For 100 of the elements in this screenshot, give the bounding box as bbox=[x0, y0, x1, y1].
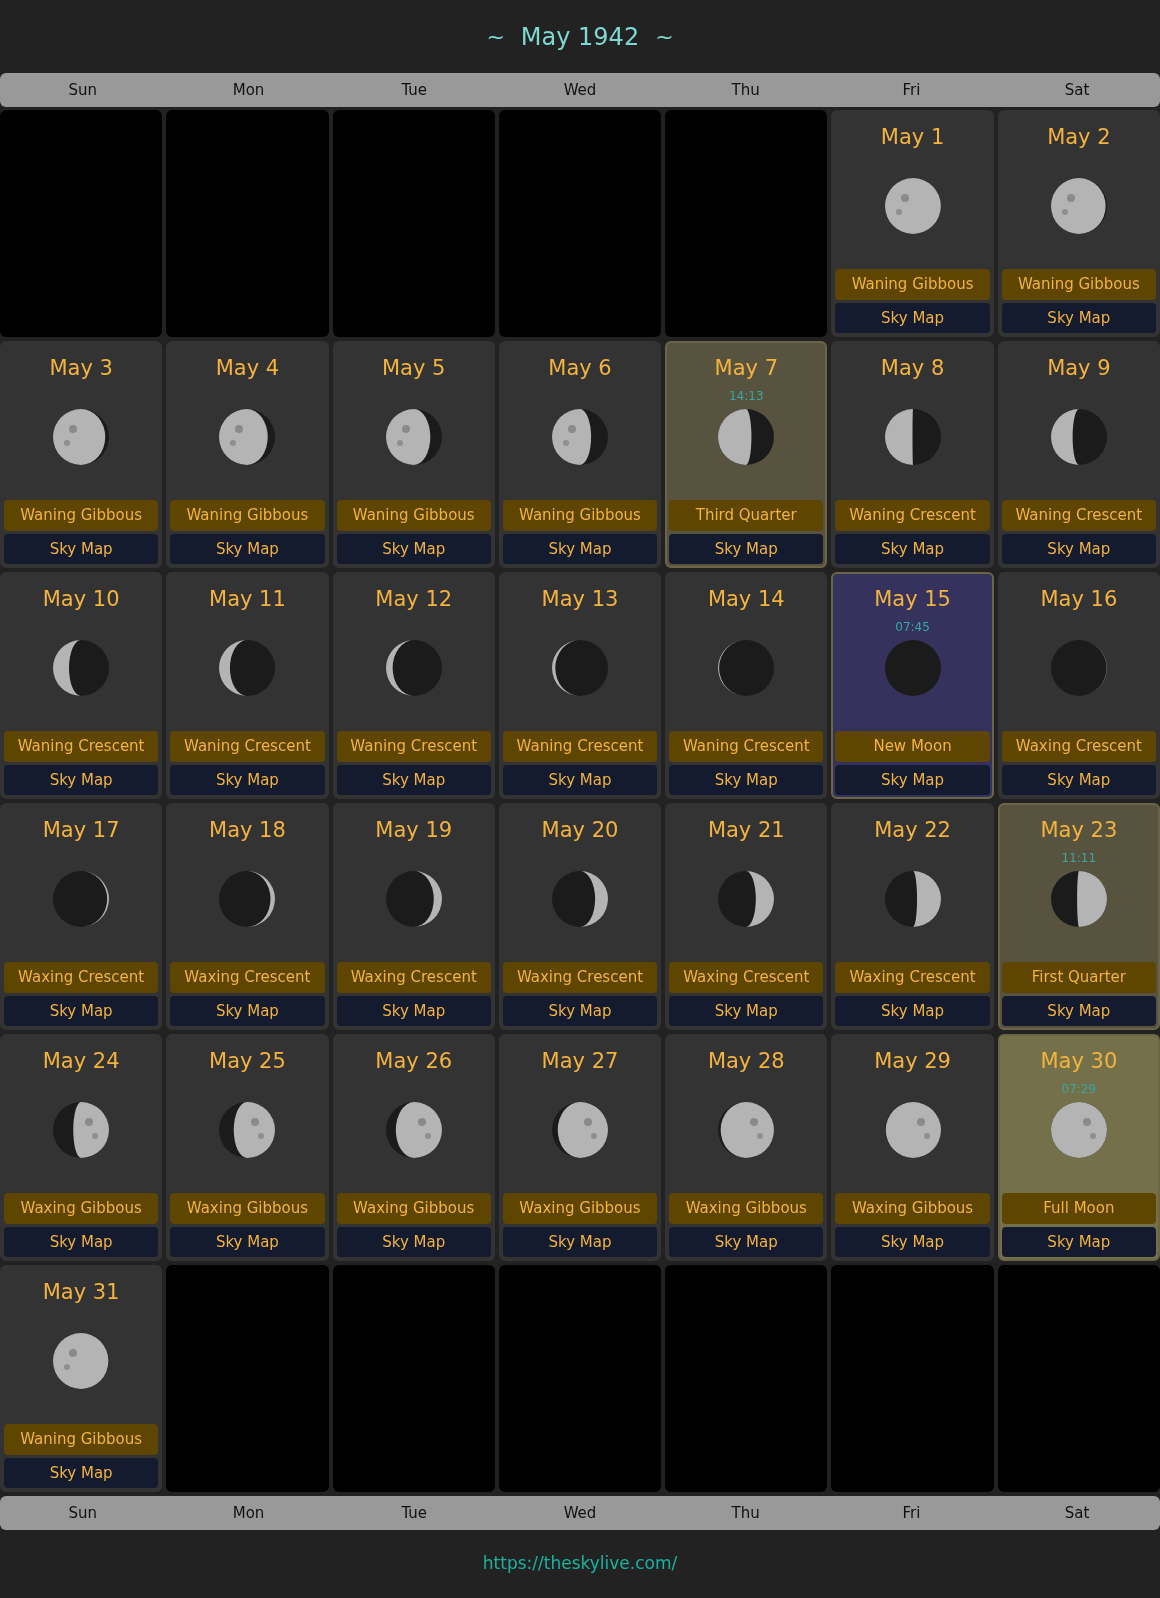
title-tilde: ~ bbox=[486, 23, 505, 51]
sky-map-button[interactable]: Sky Map bbox=[502, 765, 658, 795]
sky-map-button[interactable]: Sky Map bbox=[4, 534, 159, 564]
sky-map-button[interactable]: Sky Map bbox=[1001, 303, 1156, 333]
moon-icon bbox=[219, 408, 276, 465]
sky-map-button[interactable]: Sky Map bbox=[4, 1227, 159, 1257]
weekday-label: Sun bbox=[67, 79, 99, 101]
phase-time: 11:11 bbox=[1061, 849, 1097, 867]
sky-map-button[interactable]: Sky Map bbox=[835, 1227, 990, 1257]
phase-label: Waxing Gibbous bbox=[502, 1193, 658, 1224]
moon-icon bbox=[718, 1101, 775, 1158]
sky-map-button[interactable]: Sky Map bbox=[170, 765, 325, 795]
moon-icon bbox=[53, 408, 110, 465]
moon-icon bbox=[385, 1101, 442, 1158]
phase-label: Waxing Gibbous bbox=[170, 1193, 325, 1224]
phase-label: Waning Gibbous bbox=[336, 500, 491, 531]
moon-icon bbox=[53, 1332, 110, 1389]
day-date: May 12 bbox=[375, 586, 453, 613]
moon-icon bbox=[1050, 408, 1107, 465]
weekday-label: Thu bbox=[730, 1502, 761, 1524]
sky-map-button[interactable]: Sky Map bbox=[1001, 1227, 1156, 1257]
day-date: May 13 bbox=[541, 586, 619, 613]
day-date: May 3 bbox=[49, 355, 113, 382]
sky-map-button[interactable]: Sky Map bbox=[502, 534, 658, 564]
sky-map-button[interactable]: Sky Map bbox=[336, 1227, 491, 1257]
moon-icon bbox=[718, 408, 775, 465]
weekday-label: Sun bbox=[67, 1502, 99, 1524]
phase-label: Waning Crescent bbox=[170, 731, 325, 762]
title-tilde: ~ bbox=[655, 23, 674, 51]
moon-icon bbox=[53, 1101, 110, 1158]
sky-map-button[interactable]: Sky Map bbox=[669, 534, 824, 564]
sky-map-button[interactable]: Sky Map bbox=[502, 1227, 658, 1257]
sky-map-button[interactable]: Sky Map bbox=[669, 1227, 824, 1257]
moon-icon bbox=[1050, 639, 1107, 696]
day-date: May 28 bbox=[707, 1048, 785, 1075]
moon-icon bbox=[718, 870, 775, 927]
day-date: May 22 bbox=[874, 817, 951, 844]
phase-label: Waxing Crescent bbox=[502, 962, 658, 993]
weekday-label: Sat bbox=[1063, 79, 1091, 101]
phase-label: New Moon bbox=[835, 731, 990, 762]
sky-map-button[interactable]: Sky Map bbox=[502, 996, 658, 1026]
phase-time: 14:13 bbox=[729, 387, 764, 405]
moon-icon bbox=[552, 870, 608, 927]
sky-map-button[interactable]: Sky Map bbox=[4, 765, 159, 795]
day-date: May 26 bbox=[375, 1048, 453, 1075]
sky-map-button[interactable]: Sky Map bbox=[336, 765, 491, 795]
day-date: May 1 bbox=[880, 124, 945, 151]
phase-label: Waxing Gibbous bbox=[336, 1193, 491, 1224]
phase-label: First Quarter bbox=[1001, 962, 1156, 993]
moon-icon bbox=[884, 639, 941, 696]
day-date: May 5 bbox=[381, 355, 446, 382]
phase-label: Waning Gibbous bbox=[835, 269, 990, 300]
sky-map-button[interactable]: Sky Map bbox=[1001, 996, 1156, 1026]
moon-icon bbox=[718, 639, 775, 696]
sky-map-button[interactable]: Sky Map bbox=[170, 996, 325, 1026]
moon-icon bbox=[884, 408, 941, 465]
weekday-label: Fri bbox=[901, 79, 922, 101]
day-date: May 17 bbox=[42, 817, 120, 844]
phase-label: Waning Gibbous bbox=[4, 1424, 159, 1455]
moon-icon bbox=[884, 177, 941, 234]
phase-label: Waning Crescent bbox=[502, 731, 658, 762]
phase-label: Waxing Gibbous bbox=[835, 1193, 990, 1224]
phase-label: Waxing Crescent bbox=[1001, 731, 1156, 762]
day-date: May 19 bbox=[375, 817, 453, 844]
day-date: May 11 bbox=[209, 586, 286, 613]
moon-icon bbox=[53, 639, 110, 696]
moon-icon bbox=[884, 1101, 941, 1158]
moon-icon bbox=[385, 408, 442, 465]
day-date: May 10 bbox=[42, 586, 120, 613]
day-date: May 25 bbox=[209, 1048, 286, 1075]
phase-label: Waning Crescent bbox=[669, 731, 824, 762]
sky-map-button[interactable]: Sky Map bbox=[669, 996, 824, 1026]
sky-map-button[interactable]: Sky Map bbox=[835, 996, 990, 1026]
sky-map-button[interactable]: Sky Map bbox=[1001, 765, 1156, 795]
sky-map-button[interactable]: Sky Map bbox=[170, 1227, 325, 1257]
day-date: May 24 bbox=[42, 1048, 120, 1075]
phase-label: Waning Crescent bbox=[835, 500, 990, 531]
moon-icon bbox=[219, 1101, 276, 1158]
sky-map-button[interactable]: Sky Map bbox=[4, 1458, 159, 1488]
day-date: May 20 bbox=[541, 817, 619, 844]
weekday-label: Mon bbox=[231, 79, 266, 101]
sky-map-button[interactable]: Sky Map bbox=[170, 534, 325, 564]
phase-label: Waxing Crescent bbox=[669, 962, 824, 993]
sky-map-button[interactable]: Sky Map bbox=[336, 996, 491, 1026]
sky-map-button[interactable]: Sky Map bbox=[1001, 534, 1156, 564]
moon-icon bbox=[552, 408, 608, 465]
sky-map-button[interactable]: Sky Map bbox=[835, 765, 990, 795]
footer-link[interactable]: https://theskylive.com/ bbox=[482, 1551, 678, 1577]
sky-map-button[interactable]: Sky Map bbox=[336, 534, 491, 564]
sky-map-button[interactable]: Sky Map bbox=[835, 534, 990, 564]
day-date: May 29 bbox=[874, 1048, 951, 1075]
phase-label: Waxing Crescent bbox=[835, 962, 990, 993]
sky-map-button[interactable]: Sky Map bbox=[4, 996, 159, 1026]
sky-map-button[interactable]: Sky Map bbox=[669, 765, 824, 795]
day-date: May 6 bbox=[548, 355, 612, 382]
sky-map-button[interactable]: Sky Map bbox=[835, 303, 990, 333]
phase-label: Waxing Crescent bbox=[170, 962, 325, 993]
month-title: May 1942 bbox=[520, 21, 640, 53]
phase-time: 07:29 bbox=[1061, 1080, 1097, 1098]
phase-label: Full Moon bbox=[1001, 1193, 1156, 1224]
